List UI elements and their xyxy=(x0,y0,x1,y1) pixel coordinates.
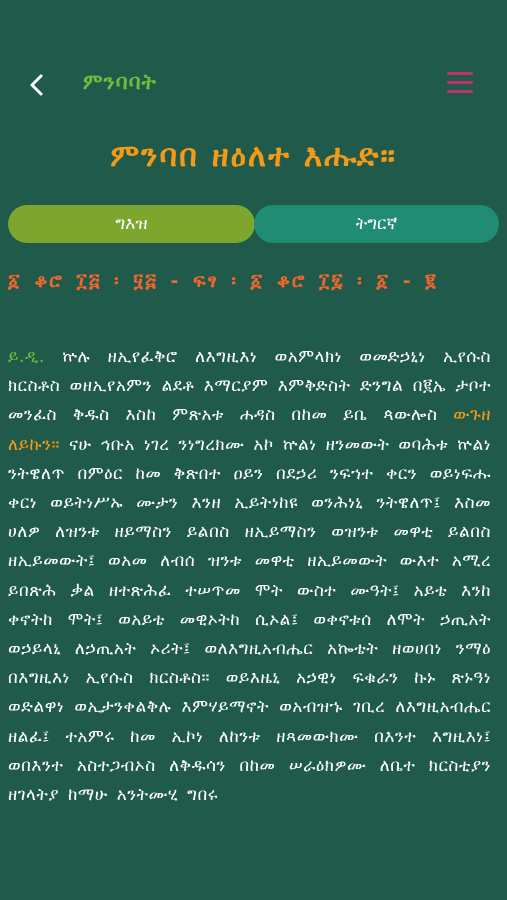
top-bar: ምንባባት xyxy=(0,0,507,115)
page-title: ምንባበ ዘዕለተ እሑድ። xyxy=(110,138,397,174)
reading-text-part1: ኵሉ ዘኢየፈቅሮ ለእግዚእነ ወአምላክነ ወመድኃኒነ ኢየሱስ ክርስቶ… xyxy=(8,347,492,426)
tab-geez[interactable]: ግእዝ xyxy=(8,205,255,243)
screen: ምንባባት ምንባበ ዘዕለተ እሑድ። ግእዝ ትግርኛ ፩ ቆሮ ፲፭ ፡ … xyxy=(0,0,507,900)
chevron-left-icon xyxy=(30,74,43,96)
language-tabs: ግእዝ ትግርኛ xyxy=(8,205,499,243)
reading-lead: ይ.ዲ. xyxy=(8,347,45,367)
reading-text: ይ.ዲ. ኵሉ ዘኢየፈቅሮ ለእግዚእነ ወአምላክነ ወመድኃኒነ ኢየሱስ… xyxy=(8,343,491,810)
menu-button[interactable] xyxy=(447,72,473,96)
tab-tigrinya[interactable]: ትግርኛ xyxy=(254,205,499,243)
app-title: ምንባባት xyxy=(83,70,157,94)
reading-text-part2: ናሁ ኅቡአ ነገረ ንነግረክሙ አኮ ኵልነ ዘንመውት ወባሕቱ ኵልነ … xyxy=(8,434,491,806)
verse-reference: ፩ ቆሮ ፲፭ ፡ ፶፭ - ፍፃ ፡ ፩ ቆሮ ፲፯ ፡ ፩ - ፪ xyxy=(8,270,438,292)
back-button[interactable] xyxy=(20,68,54,102)
tab-geez-label: ግእዝ xyxy=(115,214,148,234)
tab-tigrinya-label: ትግርኛ xyxy=(355,214,398,234)
